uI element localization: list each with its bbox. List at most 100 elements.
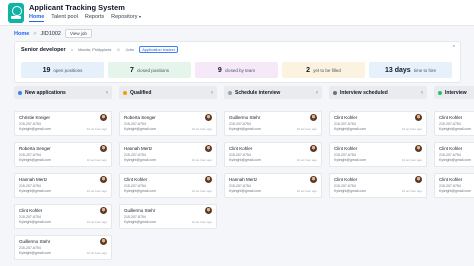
candidate-card[interactable]: Guillermo Stehr 215-207-6754 Kyleight@gmai… [224, 111, 322, 136]
candidate-time: 10 an hour ago [86, 158, 107, 162]
candidate-card[interactable]: Clint Kohler 215-207-6754 Kyleight@gmail.c… [119, 173, 217, 198]
status-dot-icon [228, 90, 232, 95]
candidate-phone: 215-207-6754 [19, 122, 41, 126]
nav-repository[interactable]: Repository ▾ [111, 14, 141, 22]
candidate-time: 10 an hour ago [191, 220, 212, 224]
stat-card[interactable]: 7 closed positions [108, 62, 191, 78]
candidate-card[interactable]: Clint Kohler 215-207-6754 Kyleight@gmail.c… [434, 173, 474, 198]
candidate-name: Clint Kohler [334, 177, 358, 182]
stat-value: 2 [306, 66, 311, 74]
avatar [205, 114, 212, 121]
candidate-email: Kyleight@gmail.com [19, 127, 51, 131]
stat-card[interactable]: 13 days time to hire [369, 62, 452, 78]
candidate-card[interactable]: Clint Kohler 215-207-6754 Kyleight@gmail.c… [14, 204, 112, 229]
status-dot-icon [438, 90, 442, 95]
avatar [100, 145, 107, 152]
candidate-phone: 215-207-6754 [124, 184, 146, 188]
candidate-name: Clint Kohler [334, 115, 358, 120]
nav-talent-pool[interactable]: Talent pool [51, 14, 78, 22]
chevron-down-icon: ▾ [138, 14, 141, 19]
avatar [415, 176, 422, 183]
candidate-time: 10 an hour ago [296, 189, 317, 193]
candidate-card[interactable]: Roberta Senger 215-207-6754 Kyleight@gmail… [119, 111, 217, 136]
candidate-card[interactable]: Clint Kohler 215-207-6754 Kyleight@gmail.c… [329, 111, 427, 136]
candidate-card[interactable]: Guillermo Stehr 215-207-6754 Kyleight@gmai… [119, 204, 217, 229]
candidate-name: Guillermo Stehr [124, 208, 156, 213]
candidate-card[interactable]: Clint Kohler 215-207-6754 Kyleight@gmail.c… [434, 142, 474, 167]
kanban-board: New applications ‹ Christie Kreiger 215-207… [14, 86, 474, 266]
candidate-phone: 215-207-6754 [229, 153, 251, 157]
stat-label: open positions [53, 67, 83, 73]
stat-card[interactable]: 9 closed by team [195, 62, 278, 78]
job-details: Senior developer ⌂ Manila, Philippines ☺… [21, 46, 179, 53]
candidate-time: 10 an hour ago [86, 220, 107, 224]
candidate-time: 10 an hour ago [401, 127, 422, 131]
stat-value: 7 [130, 66, 134, 74]
chevron-left-icon[interactable]: ‹ [106, 90, 108, 96]
candidate-email: Kyleight@gmail.com [439, 158, 471, 162]
candidate-email: Kyleight@gmail.com [334, 189, 366, 193]
column-header: Interview scheduled ‹ [329, 86, 427, 99]
candidate-card[interactable]: Hannah Mertz 215-207-6754 Kyleight@gmail.c… [14, 173, 112, 198]
status-dot-icon [18, 90, 22, 95]
candidate-email: Kyleight@gmail.com [19, 189, 51, 193]
user-icon: ☺ [116, 47, 121, 52]
breadcrumb: Home > JID1002 View job [14, 29, 92, 38]
collapse-icon[interactable]: ^ [453, 45, 455, 51]
breadcrumb-home[interactable]: Home [14, 31, 29, 37]
candidate-phone: 215-207-6754 [334, 153, 356, 157]
candidate-card[interactable]: Clint Kohler 215-207-6754 Kyleight@gmail.c… [434, 111, 474, 136]
stat-label: closed positions [136, 67, 169, 73]
candidate-card[interactable]: Clint Kohler 215-207-6754 Kyleight@gmail.c… [329, 173, 427, 198]
avatar [415, 114, 422, 121]
candidate-email: Kyleight@gmail.com [439, 127, 471, 131]
candidate-email: Kyleight@gmail.com [334, 127, 366, 131]
stat-label: closed by team [224, 67, 256, 73]
candidate-card[interactable]: Christie Kreiger 215-207-6754 Kyleight@gma… [14, 111, 112, 136]
avatar [415, 145, 422, 152]
candidate-card[interactable]: Clint Kohler 215-207-6754 Kyleight@gmail.c… [224, 142, 322, 167]
candidate-email: Kyleight@gmail.com [19, 251, 51, 255]
candidate-name: Hannah Mertz [124, 146, 153, 151]
stat-label: yet to be filled [313, 67, 341, 73]
candidate-time: 10 an hour ago [401, 189, 422, 193]
candidate-email: Kyleight@gmail.com [229, 189, 261, 193]
candidate-name: Clint Kohler [19, 208, 43, 213]
breadcrumb-job-id: JID1002 [40, 30, 62, 37]
avatar [205, 145, 212, 152]
stat-card[interactable]: 2 yet to be filled [282, 62, 365, 78]
avatar [100, 114, 107, 121]
candidate-phone: 215-207-6754 [19, 184, 41, 188]
candidate-name: Clint Kohler [334, 146, 358, 151]
chevron-left-icon[interactable]: ‹ [211, 90, 213, 96]
kanban-column: Interview‹Clint Kohler215-207-6754Kyleig… [434, 86, 474, 198]
candidate-email: Kyleight@gmail.com [334, 158, 366, 162]
status-dot-icon [333, 90, 337, 95]
candidate-card[interactable]: Hannah Mertz 215-207-6754 Kyleight@gmail.c… [119, 142, 217, 167]
candidate-card[interactable]: Clint Kohler 215-207-6754 Kyleight@gmail.c… [329, 142, 427, 167]
candidate-time: 10 an hour ago [296, 127, 317, 131]
nav-reports[interactable]: Reports [85, 14, 104, 22]
column-header: Qualified ‹ [119, 86, 217, 99]
stat-card[interactable]: 19 open positions [21, 62, 104, 78]
view-job-button[interactable]: View job [65, 29, 92, 38]
chevron-left-icon[interactable]: ‹ [421, 90, 423, 96]
job-tag[interactable]: Application tracker [139, 46, 179, 53]
candidate-email: Kyleight@gmail.com [19, 220, 51, 224]
stat-label: time to hire [413, 67, 436, 73]
avatar [310, 176, 317, 183]
nav-home[interactable]: Home [29, 14, 45, 22]
stat-value: 9 [217, 66, 222, 74]
stat-value: 19 [42, 66, 51, 74]
candidate-card[interactable]: Hannah Mertz 215-207-6754 Kyleight@gmail.c… [224, 173, 322, 198]
candidate-email: Kyleight@gmail.com [229, 158, 261, 162]
chevron-left-icon[interactable]: ‹ [316, 90, 318, 96]
candidate-card[interactable]: Guillermo Stehr 215-207-6754 Kyleight@gmai… [14, 235, 112, 260]
column-title: Qualified [130, 89, 152, 96]
candidate-email: Kyleight@gmail.com [124, 220, 156, 224]
avatar [205, 176, 212, 183]
candidate-email: Kyleight@gmail.com [124, 127, 156, 131]
candidate-card[interactable]: Roberta Senger 215-207-6754 Kyleight@gmail… [14, 142, 112, 167]
job-summary-panel: Senior developer ⌂ Manila, Philippines ☺… [14, 41, 461, 83]
candidate-email: Kyleight@gmail.com [124, 189, 156, 193]
